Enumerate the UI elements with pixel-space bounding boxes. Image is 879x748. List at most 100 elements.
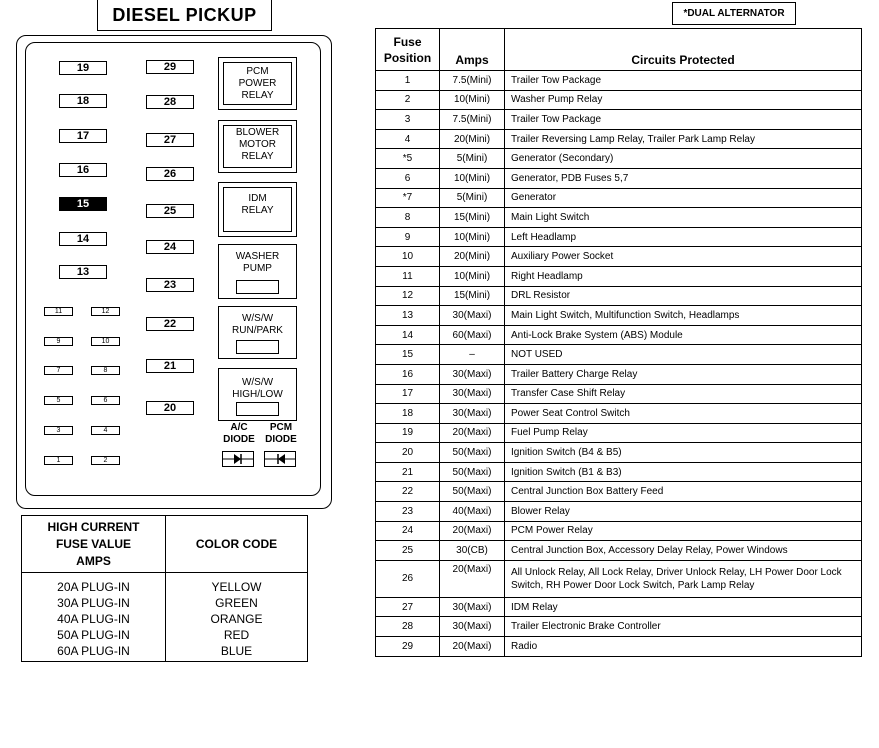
fuse-row-28: 28 30(Maxi) Trailer Electronic Brake Contr…	[375, 616, 862, 638]
fuse-17: 17	[59, 129, 107, 143]
fuse-amps: 20(Mini)	[439, 128, 505, 150]
fuse-row-9: 9 10(Mini) Left Headlamp	[375, 226, 862, 248]
fuse-position: 27	[375, 596, 440, 618]
fuse-position: 10	[375, 246, 440, 267]
fuse-row-5: *5 5(Mini) Generator (Secondary)	[375, 148, 862, 169]
fuse-position: 14	[375, 324, 440, 346]
fuse-amps: 10(Mini)	[439, 265, 505, 287]
fuse-20: 20	[146, 401, 194, 415]
relay-2: BLOWER MOTOR RELAY	[218, 120, 297, 173]
color-code: YELLOW	[211, 580, 262, 594]
fuse-position: 3	[375, 109, 440, 130]
fuse-row-10: 10 20(Mini) Auxiliary Power Socket	[375, 246, 862, 267]
fuse-amps: 50(Maxi)	[439, 442, 505, 463]
diode-symbol-icon	[223, 454, 253, 464]
fuse-value: 30A PLUG-IN	[57, 596, 130, 610]
fuse-position: 12	[375, 285, 440, 307]
fuse-value: 40A PLUG-IN	[57, 612, 130, 626]
fuse-25: 25	[146, 204, 194, 218]
fuse-row-2: 2 10(Mini) Washer Pump Relay	[375, 89, 862, 111]
fuse-table-header-position: Fuse Position	[375, 28, 440, 71]
fuse-table-header-amps: Amps	[439, 28, 505, 71]
fuse-amps: 30(Maxi)	[439, 305, 505, 326]
fuse-row-24: 24 20(Maxi) PCM Power Relay	[375, 520, 862, 542]
fuse-circuit: Right Headlamp	[504, 265, 862, 287]
fuse-position: 20	[375, 442, 440, 463]
fuse-row-4: 4 20(Mini) Trailer Reversing Lamp Relay, T…	[375, 128, 862, 150]
fuse-amps: 10(Mini)	[439, 226, 505, 248]
fuse-amps: 20(Maxi)	[439, 559, 505, 598]
fuse-4: 4	[91, 426, 120, 435]
fuse-row-6: 6 10(Mini) Generator, PDB Fuses 5,7	[375, 167, 862, 189]
fuse-amps: 20(Maxi)	[439, 422, 505, 444]
fuse-row-23: 23 40(Maxi) Blower Relay	[375, 501, 862, 522]
fuse-amps: 40(Maxi)	[439, 501, 505, 522]
fuse-circuit: All Unlock Relay, All Lock Relay, Driver…	[504, 559, 862, 598]
fuse-position: 23	[375, 501, 440, 522]
fuse-circuit: Generator, PDB Fuses 5,7	[504, 167, 862, 189]
diode-2	[264, 451, 296, 467]
fuse-27: 27	[146, 133, 194, 147]
fuse-circuit: Generator (Secondary)	[504, 148, 862, 169]
fuse-position: 28	[375, 616, 440, 638]
fuse-position: 4	[375, 128, 440, 150]
fuse-position: *7	[375, 187, 440, 209]
fuse-position: 26	[375, 559, 440, 598]
fuse-5: 5	[44, 396, 73, 405]
fuse-row-25: 25 30(CB) Central Junction Box, Accessory …	[375, 540, 862, 561]
fuse-amps: 20(Maxi)	[439, 520, 505, 542]
diode-1	[222, 451, 254, 467]
color-table-values: 20A PLUG-IN 30A PLUG-IN 40A PLUG-IN 50A PLU…	[21, 572, 166, 662]
fuse-position: 2	[375, 89, 440, 111]
relay-slot	[236, 402, 279, 416]
relay-slot	[236, 340, 279, 354]
fuse-position: 8	[375, 207, 440, 228]
diode-label: PCM DIODE	[265, 422, 297, 445]
fuse-amps: 15(Mini)	[439, 285, 505, 307]
fuse-6: 6	[91, 396, 120, 405]
relay-label: PCM POWER RELAY	[238, 66, 277, 101]
relay-label: W/S/W RUN/PARK	[232, 313, 283, 336]
fuse-circuit: Blower Relay	[504, 501, 862, 522]
color-code-table: HIGH CURRENT FUSE VALUE AMPS COLOR CODE …	[21, 515, 308, 662]
fuse-circuit: Trailer Battery Charge Relay	[504, 363, 862, 385]
fuse-value: 60A PLUG-IN	[57, 644, 130, 658]
fuse-circuit: PCM Power Relay	[504, 520, 862, 542]
fuse-amps: 10(Mini)	[439, 167, 505, 189]
relay-label: W/S/W HIGH/LOW	[232, 377, 283, 400]
fuse-row-1: 1 7.5(Mini) Trailer Tow Package	[375, 70, 862, 91]
fuse-amps: 7.5(Mini)	[439, 70, 505, 91]
fuse-position: 15	[375, 344, 440, 365]
fuse-13: 13	[59, 265, 107, 279]
fuse-position: 22	[375, 481, 440, 503]
fuse-circuit: Main Light Switch	[504, 207, 862, 228]
fuse-circuit: Generator	[504, 187, 862, 209]
fuse-row-29: 29 20(Maxi) Radio	[375, 636, 862, 657]
fuse-circuit: Ignition Switch (B1 & B3)	[504, 461, 862, 483]
fuse-28: 28	[146, 95, 194, 109]
fuse-circuit: NOT USED	[504, 344, 862, 365]
fuse-table-header-circuits: Circuits Protected	[504, 28, 862, 71]
fuse-row-15: 15– NOT USED	[375, 344, 862, 365]
fuse-circuit: Anti-Lock Brake System (ABS) Module	[504, 324, 862, 346]
fuse-amps: 50(Maxi)	[439, 461, 505, 483]
fuse-circuit: Washer Pump Relay	[504, 89, 862, 111]
fuse-1: 1	[44, 456, 73, 465]
fuse-row-8: 8 15(Mini) Main Light Switch	[375, 207, 862, 228]
fuse-amps: 20(Maxi)	[439, 636, 505, 657]
fuse-amps: 30(Maxi)	[439, 596, 505, 618]
fuse-position: 9	[375, 226, 440, 248]
fuse-position: 24	[375, 520, 440, 542]
fuse-circuit: Power Seat Control Switch	[504, 403, 862, 424]
color-table-colors: YELLOW GREEN ORANGE RED BLUE	[165, 572, 308, 662]
fuse-18: 18	[59, 94, 107, 108]
fuse-circuit: IDM Relay	[504, 596, 862, 618]
color-table-header-value: HIGH CURRENT FUSE VALUE AMPS	[21, 515, 166, 573]
fuse-position: 6	[375, 167, 440, 189]
fuse-amps: 10(Mini)	[439, 89, 505, 111]
fuse-amps: 30(Maxi)	[439, 383, 505, 405]
fuse-position: 16	[375, 363, 440, 385]
fuse-row-11: 11 10(Mini) Right Headlamp	[375, 265, 862, 287]
fuse-position: 13	[375, 305, 440, 326]
fuse-circuit: Central Junction Box, Accessory Delay Re…	[504, 540, 862, 561]
